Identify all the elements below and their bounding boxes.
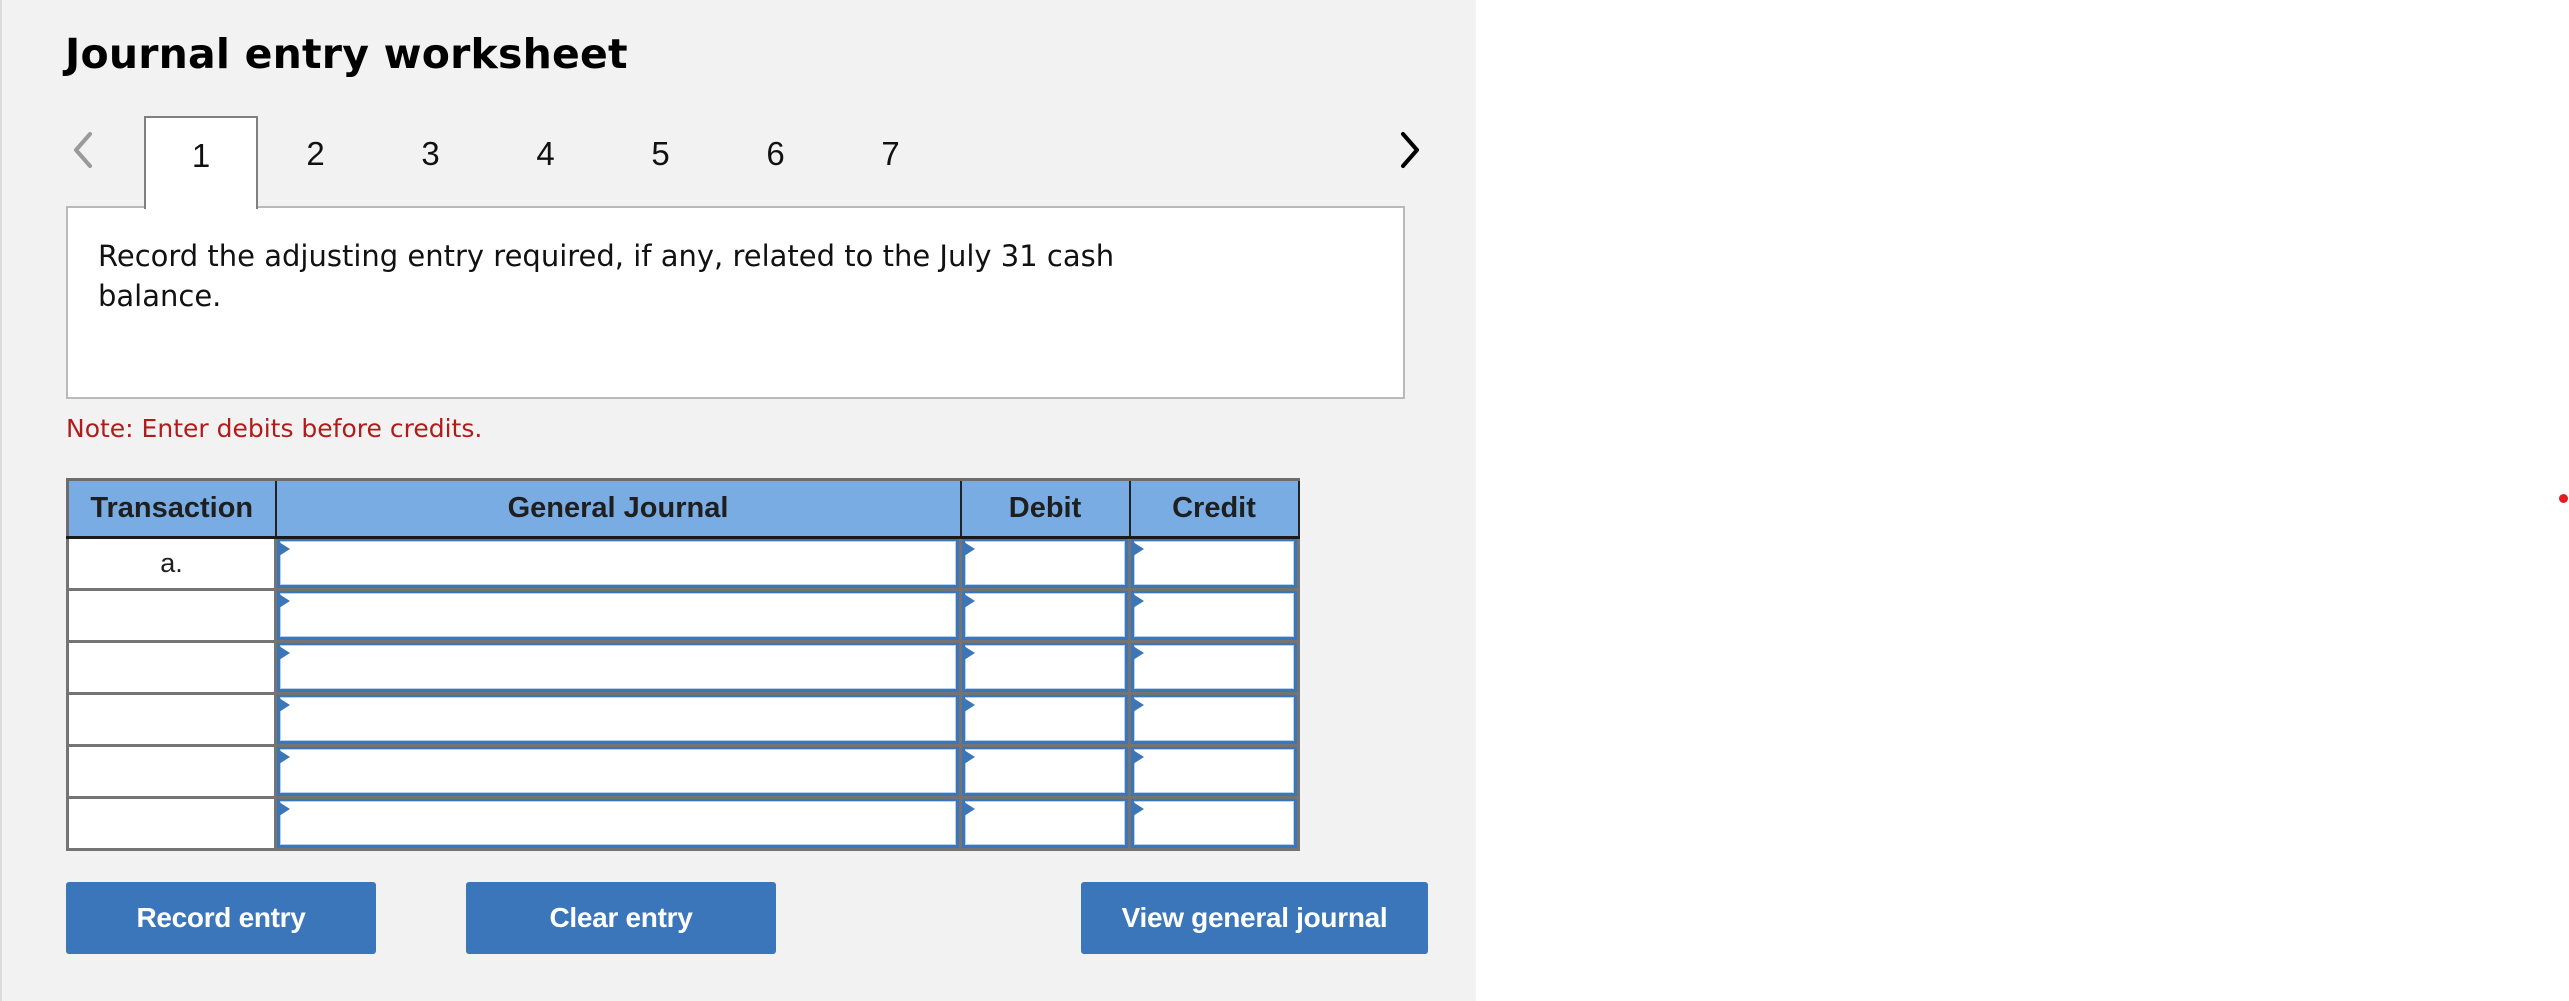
debit-input[interactable] — [962, 747, 1128, 796]
dropdown-marker-icon — [279, 698, 290, 712]
transaction-cell: a. — [66, 536, 277, 591]
credit-input[interactable] — [1131, 799, 1297, 848]
dropdown-marker-icon — [964, 594, 975, 608]
dropdown-marker-icon — [279, 646, 290, 660]
debit-input[interactable] — [962, 591, 1128, 640]
record-entry-button[interactable]: Record entry — [66, 882, 376, 954]
credit-input[interactable] — [1131, 747, 1297, 796]
debit-cell — [959, 796, 1131, 851]
dropdown-marker-icon — [1133, 594, 1144, 608]
debit-input[interactable] — [962, 799, 1128, 848]
debit-cell — [959, 588, 1131, 643]
clear-entry-button[interactable]: Clear entry — [466, 882, 776, 954]
dropdown-marker-icon — [1133, 542, 1144, 556]
transaction-cell — [66, 796, 277, 851]
column-header-credit: Credit — [1128, 478, 1300, 539]
tab-3[interactable]: 3 — [373, 116, 488, 208]
journal-row — [66, 640, 1300, 695]
dropdown-marker-icon — [1133, 698, 1144, 712]
account-input[interactable] — [277, 591, 959, 640]
journal-row — [66, 692, 1300, 747]
credit-cell — [1128, 640, 1300, 695]
dropdown-marker-icon — [1133, 802, 1144, 816]
debit-cell — [959, 744, 1131, 799]
worksheet-panel: Journal entry worksheet 1 2 3 4 5 6 7 Re… — [0, 0, 1476, 1001]
transaction-cell — [66, 692, 277, 747]
tab-5[interactable]: 5 — [603, 116, 718, 208]
credit-cell — [1128, 536, 1300, 591]
dropdown-marker-icon — [964, 542, 975, 556]
dropdown-marker-icon — [279, 594, 290, 608]
dropdown-marker-icon — [964, 698, 975, 712]
account-input[interactable] — [277, 799, 959, 848]
dropdown-marker-icon — [964, 802, 975, 816]
credit-input[interactable] — [1131, 591, 1297, 640]
credit-cell — [1128, 692, 1300, 747]
chevron-left-icon — [74, 132, 92, 168]
view-general-journal-button[interactable]: View general journal — [1081, 882, 1428, 954]
credit-input[interactable] — [1131, 643, 1297, 692]
dropdown-marker-icon — [964, 646, 975, 660]
account-cell — [274, 640, 962, 695]
debit-input[interactable] — [962, 539, 1128, 588]
tab-2[interactable]: 2 — [258, 116, 373, 208]
tab-6[interactable]: 6 — [718, 116, 833, 208]
dropdown-marker-icon — [964, 750, 975, 764]
dropdown-marker-icon — [279, 750, 290, 764]
question-box: Record the adjusting entry required, if … — [66, 206, 1405, 399]
journal-row: a. — [66, 536, 1300, 591]
indicator-dot — [2559, 494, 2568, 503]
dropdown-marker-icon — [1133, 646, 1144, 660]
account-input[interactable] — [277, 539, 959, 588]
account-cell — [274, 744, 962, 799]
credit-input[interactable] — [1131, 695, 1297, 744]
dropdown-marker-icon — [279, 802, 290, 816]
journal-table: Transaction General Journal Debit Credit… — [66, 478, 1300, 851]
tab-7[interactable]: 7 — [833, 116, 948, 208]
transaction-cell — [66, 588, 277, 643]
column-header-transaction: Transaction — [66, 478, 277, 539]
journal-header-row: Transaction General Journal Debit Credit — [66, 478, 1300, 539]
credit-cell — [1128, 744, 1300, 799]
journal-row — [66, 588, 1300, 643]
account-cell — [274, 796, 962, 851]
column-header-debit: Debit — [959, 478, 1131, 539]
previous-tab-button[interactable] — [68, 128, 98, 172]
credit-input[interactable] — [1131, 539, 1297, 588]
tab-4[interactable]: 4 — [488, 116, 603, 208]
next-tab-button[interactable] — [1395, 128, 1425, 172]
account-input[interactable] — [277, 747, 959, 796]
credit-cell — [1128, 796, 1300, 851]
journal-row — [66, 796, 1300, 851]
column-header-general-journal: General Journal — [274, 478, 962, 539]
instruction-note: Note: Enter debits before credits. — [66, 414, 483, 443]
debit-input[interactable] — [962, 643, 1128, 692]
transaction-cell — [66, 640, 277, 695]
page-title: Journal entry worksheet — [65, 30, 628, 78]
account-input[interactable] — [277, 643, 959, 692]
chevron-right-icon — [1401, 132, 1419, 168]
account-input[interactable] — [277, 695, 959, 744]
account-cell — [274, 588, 962, 643]
credit-cell — [1128, 588, 1300, 643]
question-text: Record the adjusting entry required, if … — [98, 239, 1115, 313]
debit-cell — [959, 692, 1131, 747]
dropdown-marker-icon — [1133, 750, 1144, 764]
account-cell — [274, 692, 962, 747]
journal-row — [66, 744, 1300, 799]
tab-1[interactable]: 1 — [144, 116, 258, 209]
entry-tabs: 1 2 3 4 5 6 7 — [144, 116, 948, 209]
debit-cell — [959, 640, 1131, 695]
dropdown-marker-icon — [279, 542, 290, 556]
debit-cell — [959, 536, 1131, 591]
account-cell — [274, 536, 962, 591]
transaction-cell — [66, 744, 277, 799]
debit-input[interactable] — [962, 695, 1128, 744]
